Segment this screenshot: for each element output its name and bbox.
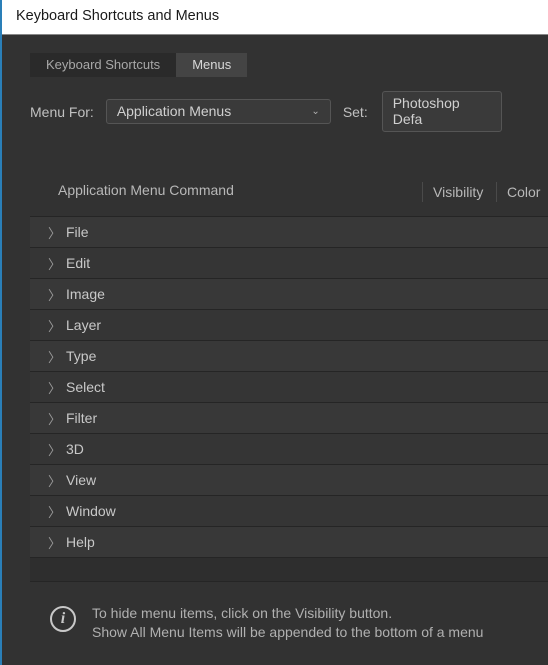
menu-row-label: Window	[66, 503, 116, 519]
expand-arrow-icon: 〉	[48, 502, 66, 521]
menu-row-type[interactable]: 〉Type	[30, 341, 548, 372]
info-icon: i	[50, 606, 76, 632]
menu-row-image[interactable]: 〉Image	[30, 279, 548, 310]
expand-arrow-icon: 〉	[48, 409, 66, 428]
menu-row-filter[interactable]: 〉Filter	[30, 403, 548, 434]
tab-label: Keyboard Shortcuts	[46, 57, 160, 72]
menu-row-file[interactable]: 〉File	[30, 217, 548, 248]
expand-arrow-icon: 〉	[48, 440, 66, 459]
info-text: To hide menu items, click on the Visibil…	[92, 604, 483, 642]
window-titlebar: Keyboard Shortcuts and Menus	[2, 0, 548, 35]
menu-row-label: 3D	[66, 441, 84, 457]
menu-row-label: Select	[66, 379, 105, 395]
menu-row-label: Type	[66, 348, 96, 364]
expand-arrow-icon: 〉	[48, 347, 66, 366]
menu-row-select[interactable]: 〉Select	[30, 372, 548, 403]
column-header-color[interactable]: Color	[496, 182, 548, 202]
tab-menus[interactable]: Menus	[176, 53, 247, 77]
menu-row-help[interactable]: 〉Help	[30, 527, 548, 558]
set-dropdown[interactable]: Photoshop Defa	[382, 91, 502, 132]
expand-arrow-icon: 〉	[48, 471, 66, 490]
list-spacer	[30, 558, 548, 582]
menu-row-3d[interactable]: 〉3D	[30, 434, 548, 465]
info-line-2: Show All Menu Items will be appended to …	[92, 623, 483, 642]
menu-row-window[interactable]: 〉Window	[30, 496, 548, 527]
window-title: Keyboard Shortcuts and Menus	[16, 8, 219, 24]
toolbar-row: Menu For: Application Menus ⌄ Set: Photo…	[30, 91, 548, 132]
expand-arrow-icon: 〉	[48, 533, 66, 552]
tab-label: Menus	[192, 57, 231, 72]
info-line-1: To hide menu items, click on the Visibil…	[92, 604, 483, 623]
expand-arrow-icon: 〉	[48, 285, 66, 304]
menu-row-label: Layer	[66, 317, 101, 333]
expand-arrow-icon: 〉	[48, 316, 66, 335]
tab-bar: Keyboard Shortcuts Menus	[30, 53, 548, 77]
column-header-visibility[interactable]: Visibility	[422, 182, 496, 202]
expand-arrow-icon: 〉	[48, 378, 66, 397]
menu-row-label: Filter	[66, 410, 97, 426]
dropdown-value: Application Menus	[117, 103, 231, 119]
menu-for-dropdown[interactable]: Application Menus ⌄	[106, 99, 331, 124]
menu-row-label: File	[66, 224, 89, 240]
chevron-down-icon: ⌄	[311, 106, 319, 117]
dialog-content: Keyboard Shortcuts Menus Menu For: Appli…	[2, 35, 548, 642]
menu-row-label: View	[66, 472, 96, 488]
menu-row-label: Image	[66, 286, 105, 302]
menu-row-label: Help	[66, 534, 95, 550]
menu-for-label: Menu For:	[30, 104, 94, 120]
menu-command-list: 〉File〉Edit〉Image〉Layer〉Type〉Select〉Filte…	[30, 216, 548, 582]
expand-arrow-icon: 〉	[48, 254, 66, 273]
dropdown-value: Photoshop Defa	[393, 95, 491, 127]
menu-row-view[interactable]: 〉View	[30, 465, 548, 496]
menu-row-label: Edit	[66, 255, 90, 271]
column-header-command[interactable]: Application Menu Command	[30, 182, 422, 202]
tab-keyboard-shortcuts[interactable]: Keyboard Shortcuts	[30, 53, 176, 77]
menu-row-layer[interactable]: 〉Layer	[30, 310, 548, 341]
set-label: Set:	[343, 104, 368, 120]
expand-arrow-icon: 〉	[48, 223, 66, 242]
info-block: i To hide menu items, click on the Visib…	[30, 582, 548, 642]
table-header: Application Menu Command Visibility Colo…	[30, 182, 548, 216]
menu-row-edit[interactable]: 〉Edit	[30, 248, 548, 279]
